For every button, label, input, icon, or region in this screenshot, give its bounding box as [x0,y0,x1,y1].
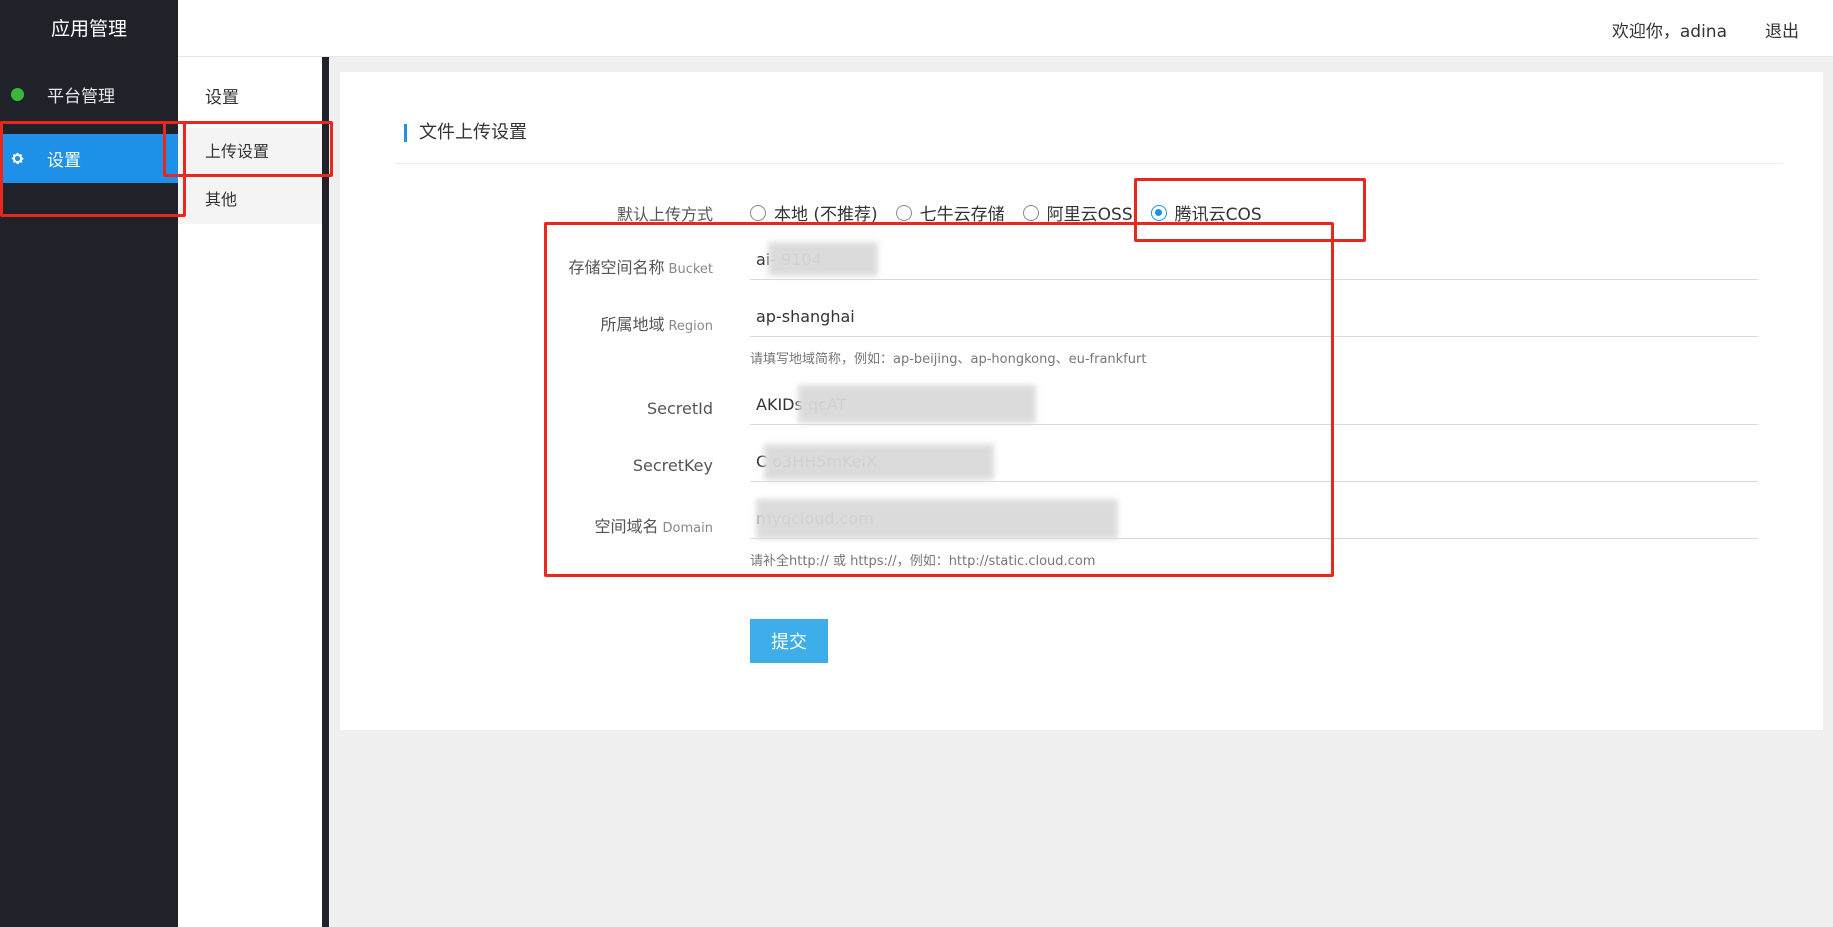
welcome-text: 欢迎你，adina [1611,22,1727,42]
platform-icon [10,87,25,102]
annotation-box-settings [0,121,186,217]
submit-button[interactable]: 提交 [750,619,828,663]
top-bar: 欢迎你，adina 退出 [178,0,1833,57]
annotation-box-cos-fields [544,222,1334,577]
annotation-box-upload-settings [163,121,333,177]
panel-divider [322,57,329,927]
section-divider [395,163,1783,164]
app-title: 应用管理 [50,18,127,40]
sidebar-item-label: 平台管理 [47,87,115,107]
settings-subnav: 设置 上传设置 其他 [178,57,322,927]
radio-circle [895,204,912,221]
radio-circle [1022,204,1039,221]
logout-link[interactable]: 退出 [1765,17,1799,42]
subnav-item-other[interactable]: 其他 [178,176,322,224]
radio-circle [750,204,766,221]
subnav-title: 设置 [205,88,239,108]
sidebar-item-platform[interactable]: 平台管理 [0,70,178,119]
section-title: 文件上传设置 [404,124,527,142]
